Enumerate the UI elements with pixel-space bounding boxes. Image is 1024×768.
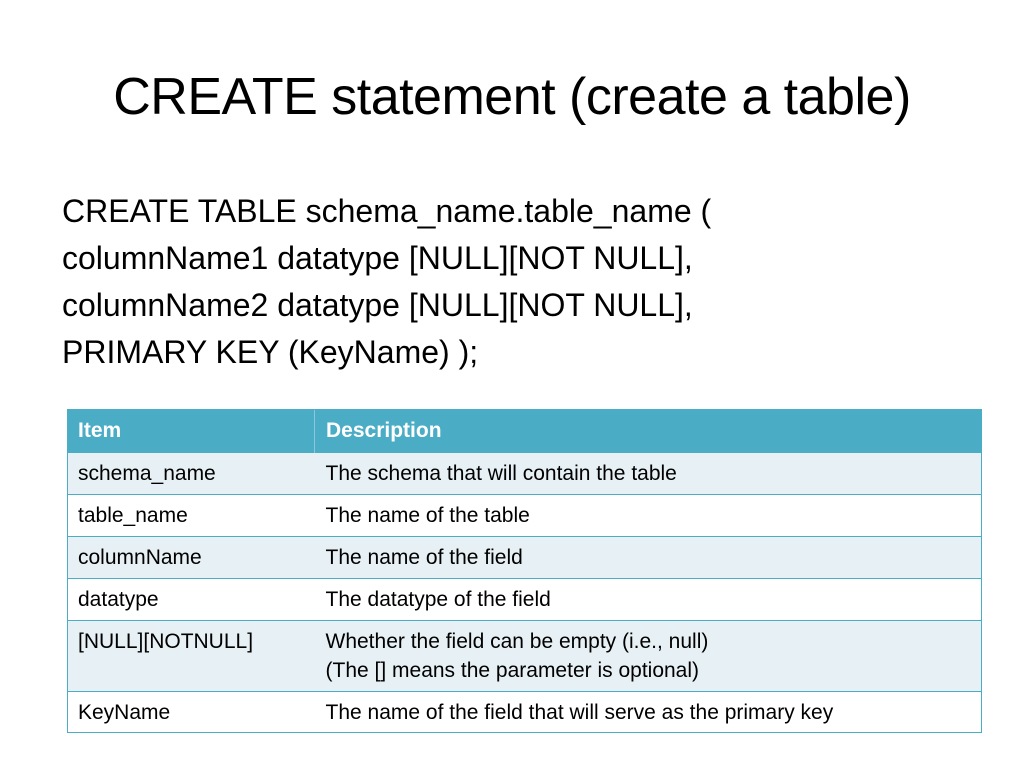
description-line: The name of the field xyxy=(325,546,523,569)
table-row: [NULL][NOTNULL] Whether the field can be… xyxy=(67,620,982,692)
header-description: Description xyxy=(326,418,442,442)
item-cell: schema_name xyxy=(67,452,315,495)
table-row: table_name The name of the table xyxy=(67,494,982,537)
table-row: KeyName The name of the field that will … xyxy=(67,691,982,733)
item-cell: datatype xyxy=(67,578,315,621)
sql-syntax-block: CREATE TABLE schema_name.table_name ( co… xyxy=(62,188,711,376)
description-cell: The name of the field xyxy=(314,536,982,579)
header-item: Item xyxy=(67,409,315,453)
sql-line: columnName1 datatype [NULL][NOT NULL], xyxy=(62,240,693,276)
item-cell: columnName xyxy=(67,536,315,579)
table-row: columnName The name of the field xyxy=(67,536,982,579)
description-cell: The name of the field that will serve as… xyxy=(314,691,982,733)
description-cell: The datatype of the field xyxy=(314,578,982,621)
sql-line: columnName2 datatype [NULL][NOT NULL], xyxy=(62,287,693,323)
description-line: The name of the field that will serve as… xyxy=(325,701,834,724)
description-line: Whether the field can be empty (i.e., nu… xyxy=(325,630,709,653)
description-cell: The schema that will contain the table xyxy=(314,452,982,495)
item-cell: KeyName xyxy=(67,691,315,733)
sql-line: CREATE TABLE schema_name.table_name ( xyxy=(62,193,712,229)
description-cell: Whether the field can be empty (i.e., nu… xyxy=(314,620,982,692)
description-line: The datatype of the field xyxy=(325,588,551,611)
slide: CREATE statement (create a table) CREATE… xyxy=(0,0,1024,768)
description-cell: The name of the table xyxy=(314,494,982,537)
description-line: The name of the table xyxy=(325,504,530,527)
item-cell: [NULL][NOTNULL] xyxy=(67,620,315,692)
table-row: datatype The datatype of the field xyxy=(67,578,982,621)
description-line: The schema that will contain the table xyxy=(325,462,677,485)
syntax-table: Item Description schema_name The schema … xyxy=(67,409,982,733)
slide-title: CREATE statement (create a table) xyxy=(113,68,911,126)
sql-line: PRIMARY KEY (KeyName) ); xyxy=(62,334,479,370)
description-line: (The [] means the parameter is optional) xyxy=(325,659,700,682)
table-header-row: Item Description xyxy=(67,409,982,453)
item-cell: table_name xyxy=(67,494,315,537)
table-row: schema_name The schema that will contain… xyxy=(67,452,982,495)
